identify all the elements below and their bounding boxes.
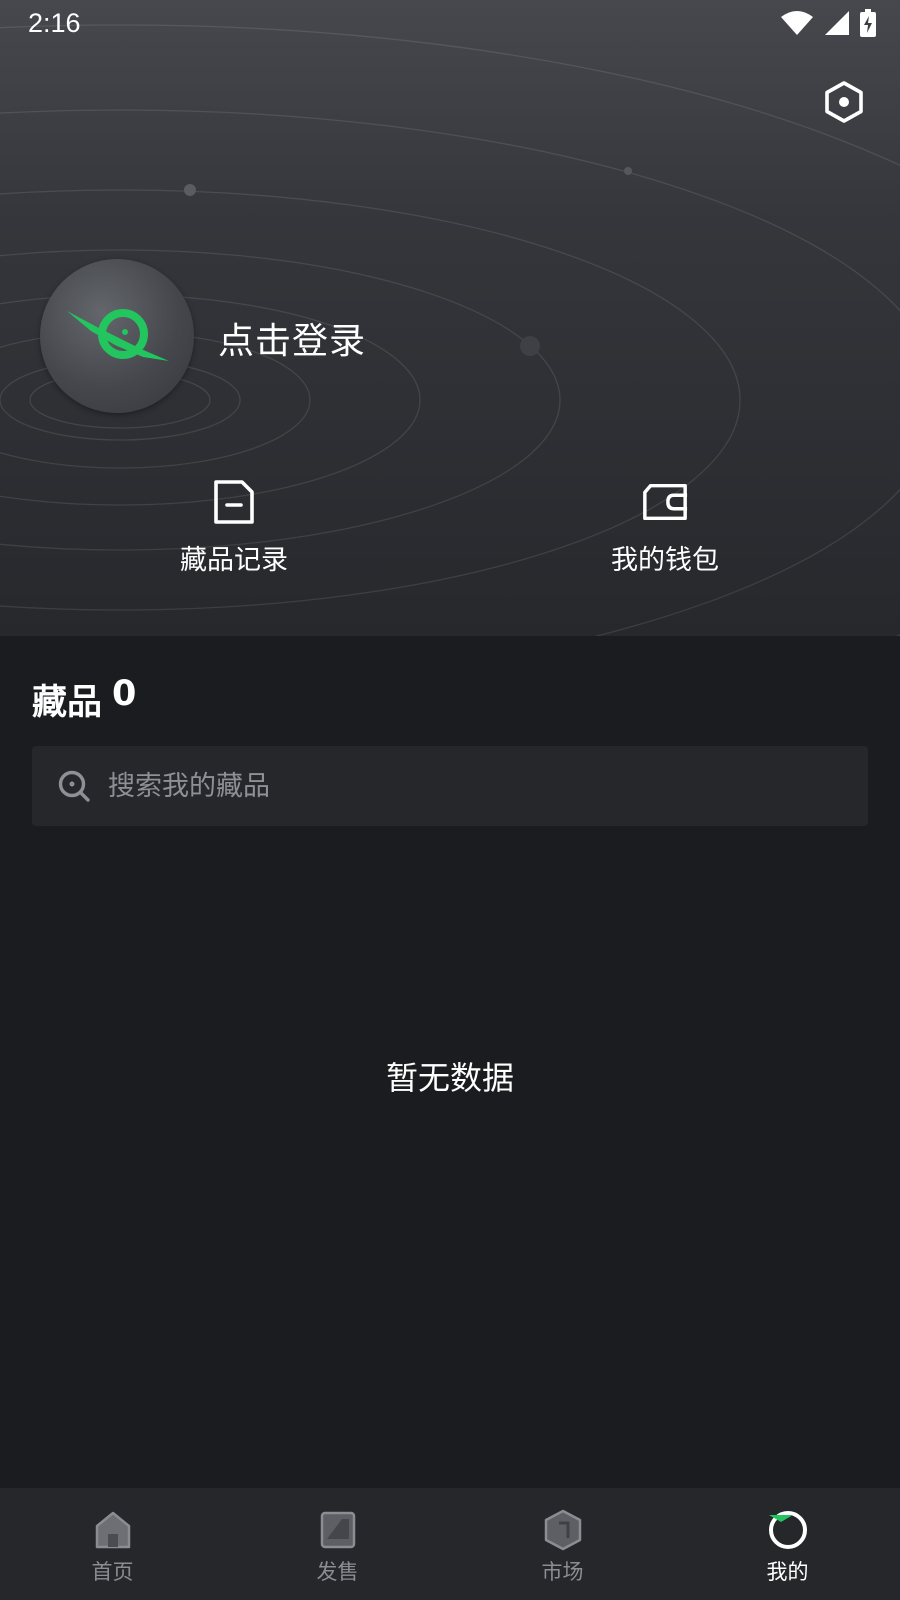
nav-label-sale: 发售 [316, 1560, 359, 1584]
status-time: 2:16 [28, 8, 81, 38]
bottom-nav: 首页 发售 市场 我的 [0, 1488, 900, 1600]
sale-icon [316, 1508, 360, 1552]
status-icons [780, 9, 876, 41]
nav-label-home: 首页 [91, 1560, 134, 1584]
profile-planet-icon [766, 1508, 810, 1552]
search-input[interactable] [106, 755, 868, 817]
signal-icon [824, 10, 850, 40]
wifi-icon [780, 10, 814, 40]
collection-heading: 藏品 0 [32, 674, 136, 725]
nav-item-sale[interactable]: 发售 [225, 1488, 450, 1600]
wallet-icon [641, 478, 689, 526]
battery-charging-icon [860, 9, 876, 41]
empty-state-text: 暂无数据 [385, 1059, 514, 1097]
nav-item-market[interactable]: 市场 [450, 1488, 675, 1600]
record-document-icon [210, 478, 258, 526]
collection-count: 0 [112, 674, 137, 714]
collection-records-label: 藏品记录 [180, 545, 288, 576]
my-wallet-label: 我的钱包 [611, 545, 719, 576]
market-cube-icon [541, 1508, 585, 1552]
nav-item-home[interactable]: 首页 [0, 1488, 225, 1600]
planet-logo-icon [65, 299, 169, 373]
settings-button[interactable] [820, 80, 868, 128]
collection-title: 藏品 [32, 683, 103, 723]
profile-header: 2:16 点击登录 藏品记录 我的钱包 [0, 0, 900, 636]
collection-records-button[interactable]: 藏品记录 [134, 478, 334, 577]
nav-item-profile[interactable]: 我的 [675, 1488, 900, 1600]
nav-label-profile: 我的 [766, 1560, 809, 1584]
login-link[interactable]: 点击登录 [218, 312, 366, 364]
nav-label-market: 市场 [541, 1560, 584, 1584]
home-icon [91, 1508, 135, 1552]
settings-hexagon-icon [823, 80, 865, 128]
avatar[interactable] [40, 259, 194, 413]
search-icon [54, 766, 94, 806]
my-wallet-button[interactable]: 我的钱包 [565, 478, 765, 577]
status-bar: 2:16 [0, 0, 900, 50]
search-bar[interactable] [32, 746, 868, 826]
